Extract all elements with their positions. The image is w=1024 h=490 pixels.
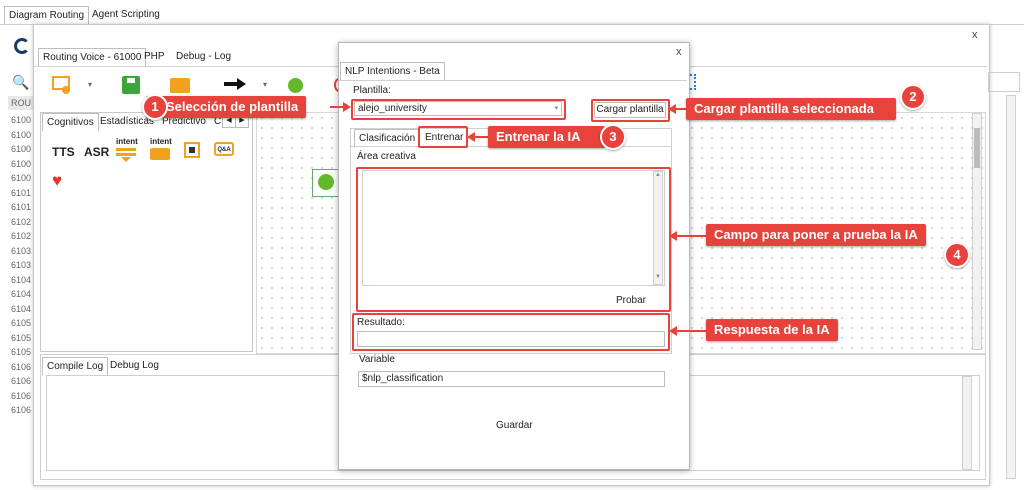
chevron-down-icon-2[interactable]: ▾ — [263, 80, 267, 89]
variable-field[interactable]: $nlp_classification — [358, 371, 665, 387]
callout-4-arrowhead — [669, 231, 677, 241]
tab-debug-log-bottom[interactable]: Debug Log — [106, 357, 163, 374]
row-number: 6102 — [11, 231, 32, 241]
callout-2: Cargar plantilla seleccionada — [686, 98, 896, 120]
area-creativa-label: Área creativa — [357, 151, 416, 162]
row-number: 6106 — [11, 376, 32, 386]
row-number: 6103 — [11, 245, 32, 256]
row-number: 6101 — [11, 187, 32, 198]
window-close-icon[interactable]: x — [972, 29, 978, 41]
intent-icon-bar-1 — [116, 148, 136, 151]
start-node-icon[interactable] — [288, 78, 303, 93]
dialog-tab-divider — [339, 80, 687, 81]
highlight-plantilla — [351, 99, 566, 120]
dialog-close-icon[interactable]: x — [676, 46, 682, 58]
row-number: 6103 — [11, 260, 32, 270]
start-node-circle — [318, 174, 334, 190]
log-scrollbar[interactable] — [962, 376, 972, 470]
save-icon-slot — [127, 78, 135, 83]
callout-1-text: Selección de plantilla — [166, 99, 299, 114]
callout-4-badge: 4 — [944, 242, 970, 268]
row-number: 6100 — [11, 115, 32, 125]
row-number: 6105 — [11, 318, 32, 328]
highlight-cargar — [591, 99, 670, 122]
callout-3-arrow-line — [474, 136, 488, 138]
canvas-scroll-thumb[interactable] — [974, 128, 980, 168]
callout-5: Respuesta de la IA — [706, 319, 838, 341]
tab-php[interactable]: PHP — [140, 48, 169, 65]
row-number: 6104 — [11, 274, 32, 285]
open-folder-icon[interactable] — [170, 78, 190, 93]
canvas-scrollbar[interactable] — [972, 113, 982, 350]
heart-icon[interactable]: ♥ — [52, 172, 62, 190]
callout-2-arrowhead — [668, 104, 676, 114]
tab-compile-log[interactable]: Compile Log — [42, 357, 109, 376]
intent-ai-icon-chip — [150, 148, 170, 160]
row-number: 6100 — [11, 158, 32, 169]
row-number: 6100 — [11, 144, 32, 154]
new-plus-icon — [62, 86, 70, 94]
callout-1-arrow-line — [330, 106, 344, 108]
search-icon[interactable]: 🔍 — [12, 74, 29, 91]
callout-1-badge: 1 — [142, 94, 168, 120]
highlight-resultado — [352, 313, 670, 351]
asr-icon[interactable]: ASR — [84, 145, 109, 159]
row-number: 6100 — [11, 173, 32, 183]
arrow-right-icon[interactable] — [224, 78, 246, 90]
intent-ai-icon[interactable]: intent — [150, 138, 174, 160]
intent-icon-label: intent — [116, 137, 138, 146]
guardar-button[interactable]: Guardar — [496, 420, 533, 431]
row-number: 6100 — [11, 129, 32, 140]
callout-3: Entrenar la IA — [488, 126, 605, 148]
callout-4-text: Campo para poner a prueba la IA — [714, 227, 918, 242]
callout-3-badge: 3 — [600, 124, 626, 150]
callout-5-text: Respuesta de la IA — [714, 322, 830, 337]
chip-icon[interactable] — [184, 142, 200, 158]
tab-routing-voice[interactable]: Routing Voice - 61000 — [38, 48, 147, 67]
app-logo-icon — [14, 38, 30, 54]
callout-3-text: Entrenar la IA — [496, 129, 581, 144]
row-number: 6104 — [11, 289, 32, 299]
tts-icon[interactable]: TTS — [52, 145, 75, 159]
row-number: 6105 — [11, 332, 32, 343]
callout-2-badge: 2 — [900, 84, 926, 110]
chevron-down-icon[interactable]: ▾ — [88, 80, 92, 89]
qa-icon[interactable]: Q&A — [214, 142, 234, 156]
intent-icon-bar-2 — [116, 153, 136, 156]
row-number: 6106 — [11, 390, 32, 401]
variable-label: Variable — [359, 354, 395, 365]
callout-4-arrow-line — [676, 235, 706, 237]
callout-4: Campo para poner a prueba la IA — [706, 224, 926, 246]
tab-agent-scripting[interactable]: Agent Scripting — [88, 6, 164, 23]
tab-diagram-routing[interactable]: Diagram Routing — [4, 6, 90, 25]
callout-1: Selección de plantilla — [146, 96, 307, 118]
row-number: 6106 — [11, 361, 32, 372]
dialog-title-tab[interactable]: NLP Intentions - Beta — [340, 62, 445, 81]
plantilla-label: Plantilla: — [353, 85, 391, 96]
row-number: 6106 — [11, 405, 32, 415]
row-number: 6105 — [11, 347, 32, 357]
row-number: 6104 — [11, 303, 32, 314]
callout-5-arrow-line — [676, 330, 706, 332]
intent-icon-arrow — [121, 157, 131, 162]
intent-icon[interactable]: intent — [116, 138, 138, 162]
bg-search-field — [988, 72, 1020, 92]
callout-3-arrowhead — [467, 132, 475, 142]
row-number: 6102 — [11, 216, 32, 227]
callout-1-arrowhead — [343, 102, 351, 112]
highlight-area-creativa — [356, 167, 671, 312]
chip-core — [189, 147, 195, 153]
intent-ai-icon-label: intent — [150, 137, 172, 146]
outer-scrollbar[interactable] — [1006, 95, 1016, 479]
row-number: 6101 — [11, 202, 32, 212]
highlight-entrenar — [418, 126, 468, 148]
tab-debug-log[interactable]: Debug - Log — [172, 48, 235, 65]
tab-cognitivos[interactable]: Cognitivos — [42, 113, 99, 132]
callout-2-text: Cargar plantilla seleccionada — [694, 101, 874, 116]
callout-5-arrowhead — [669, 326, 677, 336]
